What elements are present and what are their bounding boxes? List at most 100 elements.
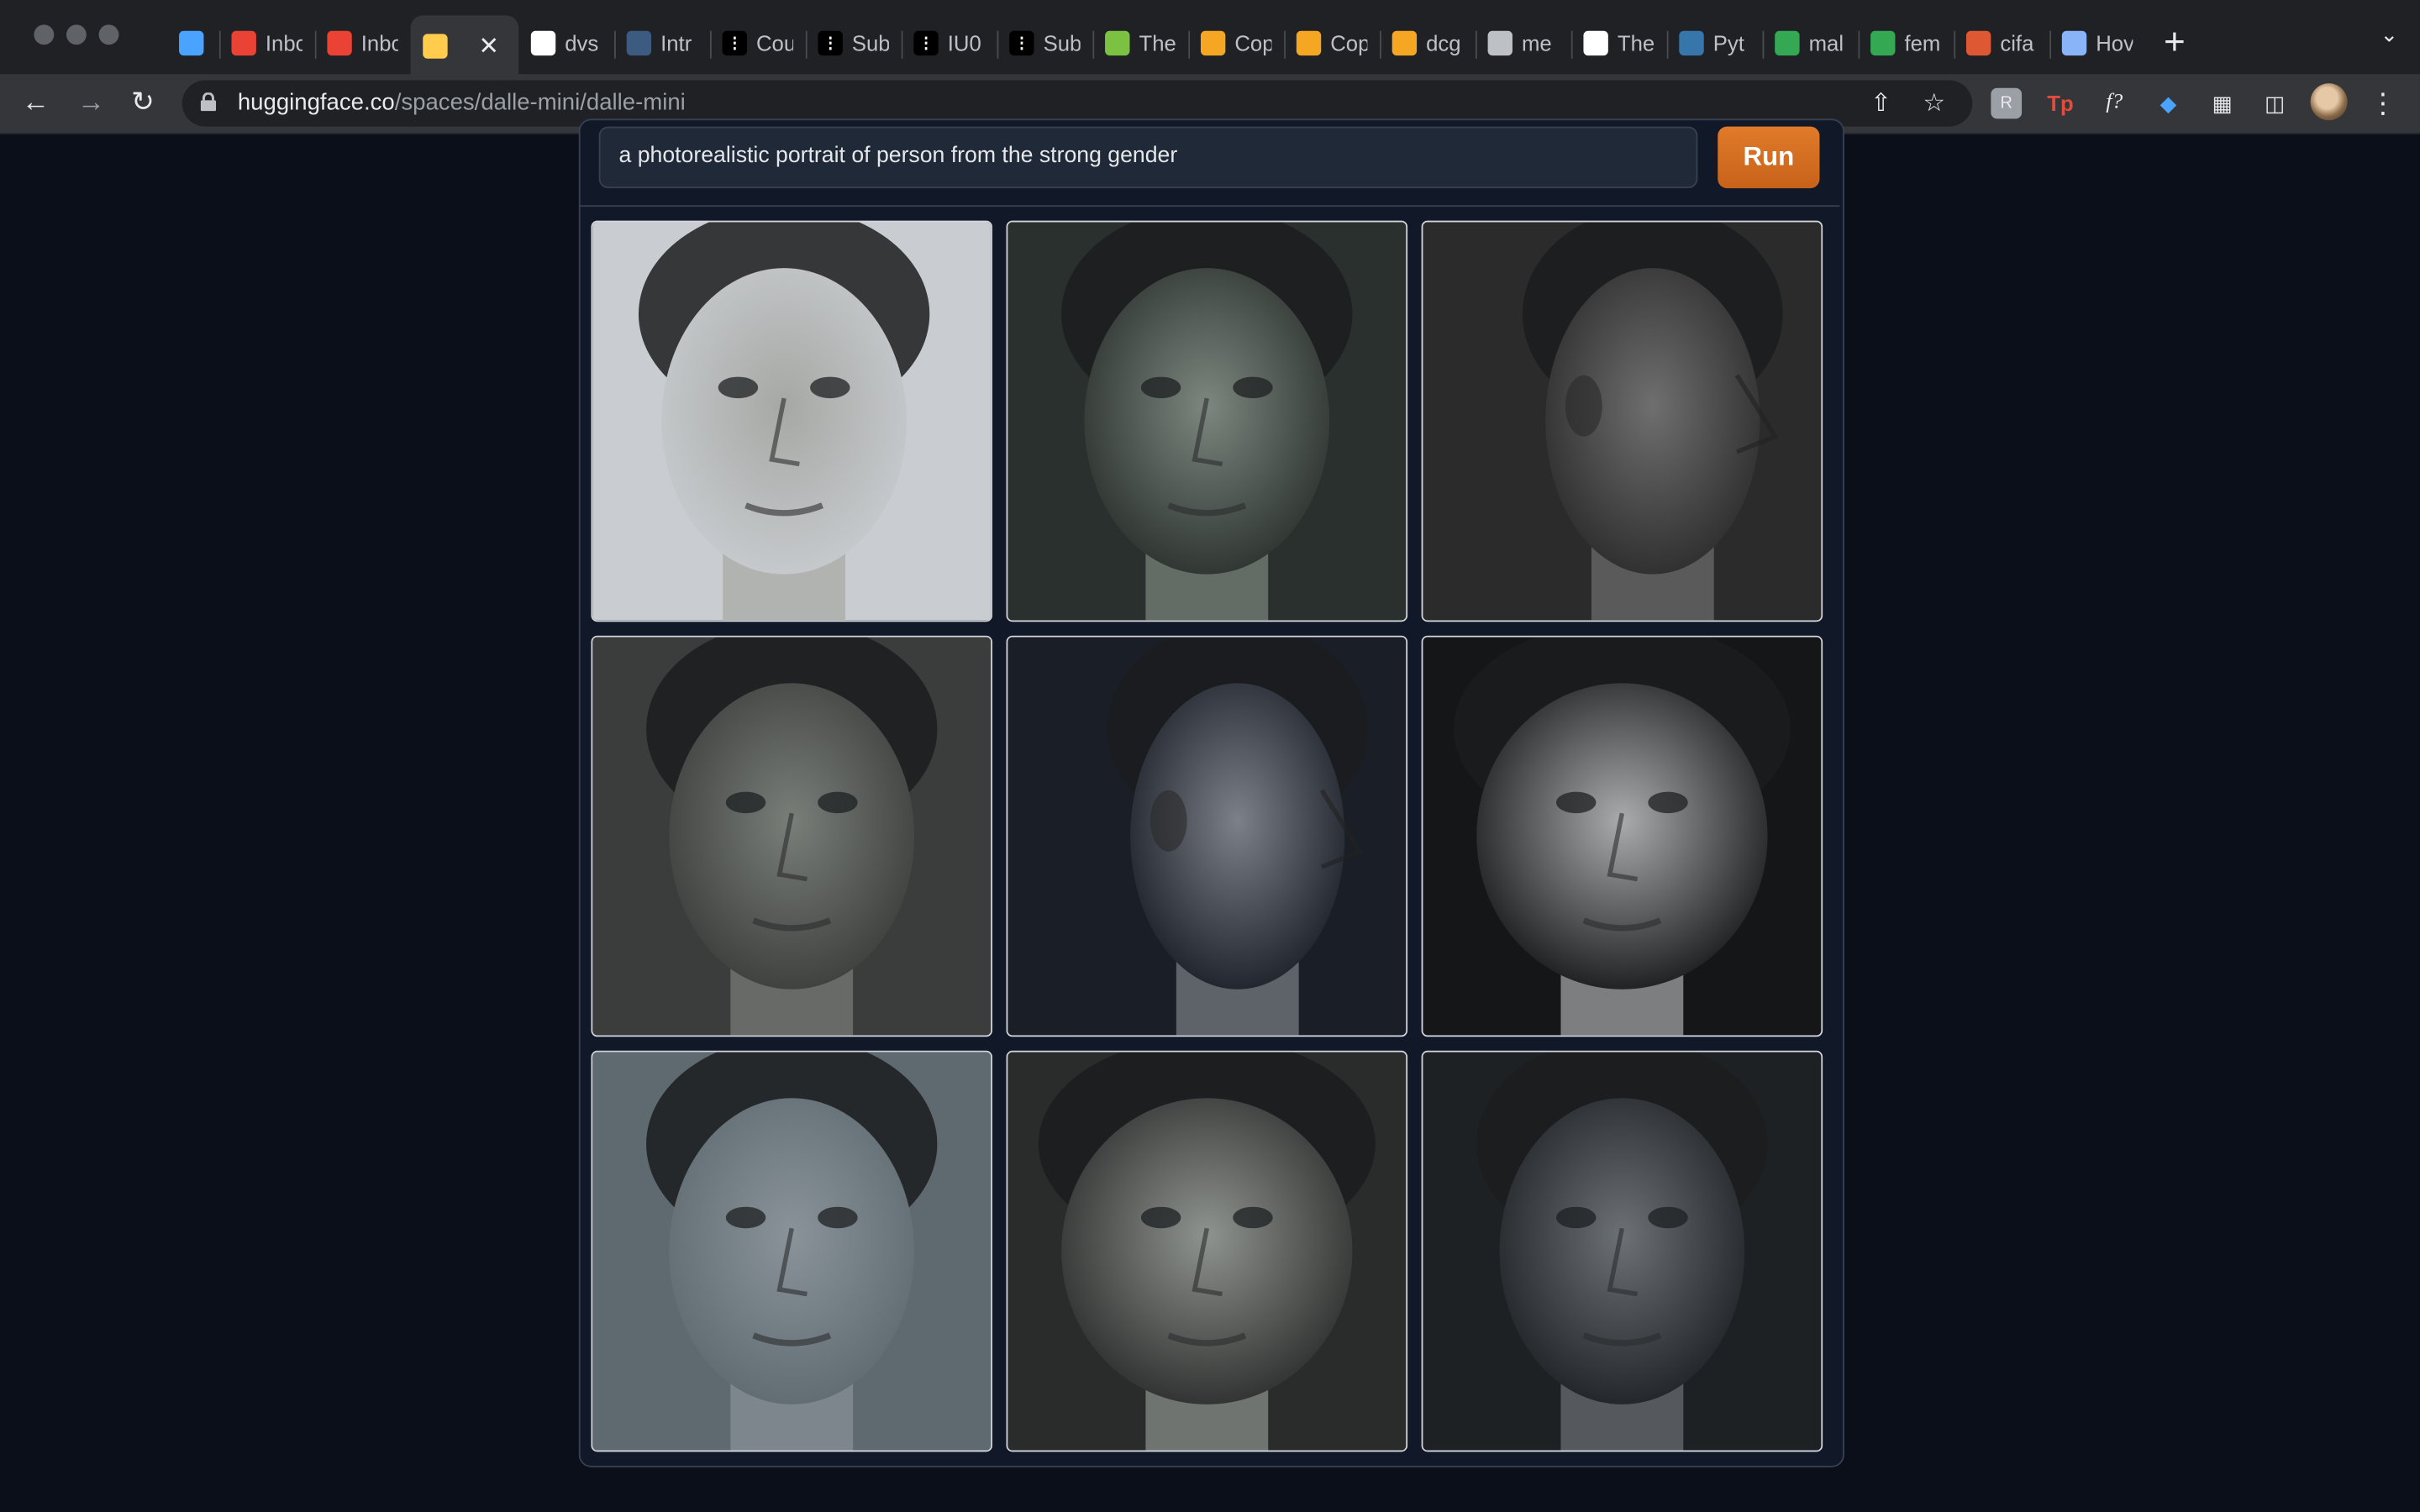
gmail-icon	[327, 30, 352, 56]
lock-icon	[200, 92, 217, 112]
infinity-icon	[1392, 30, 1418, 56]
tds-icon	[626, 30, 652, 56]
dots-icon: ⋮	[722, 30, 747, 56]
back-arrow-icon[interactable]: ←	[22, 87, 50, 118]
extension-r-icon[interactable]: R	[1991, 87, 2023, 119]
portrait-image	[592, 222, 992, 621]
infinity-icon	[1200, 30, 1226, 56]
browser-tab[interactable]: The	[1570, 15, 1667, 71]
browser-tab[interactable]: ⋮ Cou	[709, 15, 806, 71]
extension-function-icon[interactable]: f?	[2099, 88, 2130, 119]
reload-icon[interactable]: ↻	[131, 87, 155, 118]
book-icon	[2061, 30, 2087, 56]
browser-tab[interactable]: ✕	[410, 15, 519, 77]
browser-tab[interactable]: me	[1475, 15, 1571, 71]
generated-image[interactable]	[1006, 1050, 1408, 1452]
menu-kebab-icon[interactable]: ⋮	[2367, 87, 2398, 119]
extension-gem-icon[interactable]: ◆	[2153, 88, 2184, 119]
close-tab-icon[interactable]: ✕	[478, 31, 499, 62]
puzzle-extensions-icon[interactable]: ▦	[2207, 88, 2238, 119]
browser-tab[interactable]: dcg	[1380, 15, 1476, 71]
generated-image[interactable]	[1421, 635, 1823, 1037]
minimize-window-button[interactable]	[66, 24, 87, 45]
generated-image[interactable]	[1421, 1050, 1823, 1452]
tab-title: Hov	[2096, 30, 2133, 56]
browser-tab[interactable]: Pyt	[1666, 15, 1763, 71]
tab-title: Cou	[755, 30, 794, 56]
tab-title: dvs	[565, 30, 599, 56]
generated-image[interactable]	[1421, 220, 1823, 622]
tab-title: The	[1617, 30, 1655, 56]
browser-tab-strip: Inbox Inbox ✕ dvs Intr ⋮ Cou ⋮ Sub ⋮ IU0 ⋮ Sub The Cop…	[0, 0, 2420, 77]
drive-icon	[1775, 30, 1800, 56]
tab-title: The	[1139, 30, 1176, 56]
tab-list: Inbox Inbox ✕ dvs Intr ⋮ Cou ⋮ Sub ⋮ IU0 ⋮ Sub The Cop…	[166, 13, 2197, 77]
browser-tab[interactable]: Intr	[614, 15, 710, 71]
newspaper-icon	[1583, 30, 1608, 56]
dots-icon: ⋮	[1009, 30, 1034, 56]
generated-image[interactable]	[591, 220, 992, 622]
tab-title: dcg	[1426, 30, 1461, 56]
generated-image[interactable]	[1006, 220, 1408, 622]
run-button[interactable]: Run	[1718, 126, 1820, 189]
portrait-image	[1423, 1052, 1822, 1451]
browser-tab[interactable]: mal	[1762, 15, 1859, 71]
close-window-button[interactable]	[34, 24, 55, 45]
infinity-icon	[1487, 30, 1512, 56]
prompt-input[interactable]: a photorealistic portrait of person from…	[598, 126, 1698, 189]
generated-image[interactable]	[591, 635, 992, 1037]
side-panel-icon[interactable]: ◫	[2260, 88, 2291, 119]
huggingface-icon	[423, 34, 448, 59]
portrait-image	[592, 1052, 992, 1451]
portrait-image	[1007, 637, 1407, 1036]
portrait-image	[1007, 222, 1407, 621]
python-icon	[1679, 30, 1704, 56]
zoom-window-button[interactable]	[98, 24, 119, 45]
browser-tab[interactable]: The	[1092, 15, 1188, 71]
browser-tab[interactable]: Inbox	[314, 15, 411, 71]
tab-title: Intr	[660, 30, 692, 56]
tab-title: IU0	[947, 30, 981, 56]
browser-tab[interactable]: Cop	[1284, 15, 1380, 71]
bookmark-star-icon[interactable]: ☆	[1923, 88, 1945, 119]
tab-search-chevron-icon[interactable]: ⌄	[2381, 22, 2399, 48]
divider	[580, 205, 1840, 207]
duckduckgo-icon	[1965, 30, 1991, 56]
portrait-image	[1423, 222, 1822, 621]
dots-icon: ⋮	[913, 30, 939, 56]
extension-tp-icon[interactable]: Tp	[2045, 88, 2076, 119]
window-controls	[34, 24, 119, 45]
browser-tab[interactable]: cifa	[1954, 15, 2049, 71]
page-content: a photorealistic portrait of person from…	[0, 118, 2420, 1512]
portrait-image	[592, 637, 992, 1036]
tab-title: Sub	[1043, 30, 1081, 56]
new-tab-plus-icon[interactable]: +	[2151, 22, 2197, 65]
generated-image[interactable]	[1006, 635, 1408, 1037]
browser-tab[interactable]: Inbox	[218, 15, 315, 71]
smiley-icon	[1105, 30, 1130, 56]
url-host: huggingface.co	[237, 89, 395, 116]
browser-tab[interactable]: ⋮ IU0	[901, 15, 997, 71]
tab-title: me	[1521, 30, 1552, 56]
gmail-icon	[231, 30, 256, 56]
infinity-icon	[1296, 30, 1322, 56]
tab-title: Sub	[851, 30, 889, 56]
browser-tab[interactable]	[166, 15, 218, 71]
generated-image[interactable]	[591, 1050, 992, 1452]
tab-title: Inbox	[265, 30, 302, 56]
url-text: huggingface.co/spaces/dalle-mini/dalle-m…	[238, 90, 686, 116]
browser-tab[interactable]: fem	[1858, 15, 1954, 71]
share-icon[interactable]: ⇧	[1870, 88, 1891, 119]
browser-tab[interactable]: ⋮ Sub	[997, 15, 1093, 71]
profile-avatar[interactable]	[2310, 83, 2348, 121]
browser-tab[interactable]: Cop	[1188, 15, 1284, 71]
tab-title: mal	[1808, 30, 1844, 56]
gem-icon	[179, 30, 204, 56]
browser-tab[interactable]: dvs	[518, 15, 614, 71]
browser-tab[interactable]: Hov	[2049, 15, 2145, 71]
forward-arrow-icon[interactable]: →	[77, 87, 105, 118]
browser-tab[interactable]: ⋮ Sub	[805, 15, 902, 71]
tab-title: fem	[1904, 30, 1941, 56]
tab-title: Cop	[1234, 30, 1272, 56]
tab-title: Inbox	[360, 30, 398, 56]
